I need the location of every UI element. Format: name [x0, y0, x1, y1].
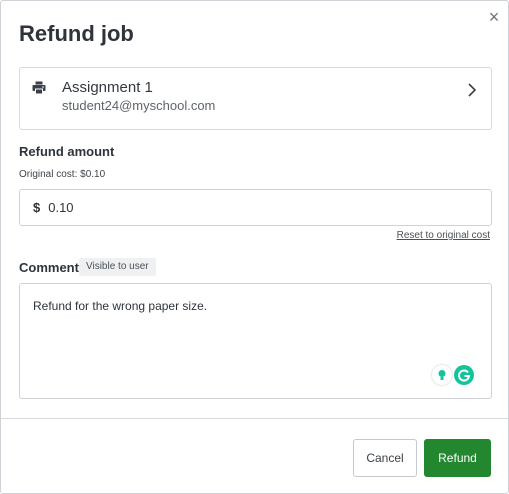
grammarly-bulb-icon[interactable] [432, 365, 452, 385]
grammarly-widget[interactable] [432, 365, 474, 385]
currency-symbol: $ [33, 200, 41, 215]
dialog-title: Refund job [19, 21, 134, 46]
refund-amount-value: 0.10 [48, 200, 74, 215]
comment-text: Refund for the wrong paper size. [33, 299, 208, 313]
comment-label: Comment [19, 260, 79, 275]
reset-to-original-cost-link[interactable]: Reset to original cost [397, 230, 490, 241]
refund-amount-input[interactable]: $ 0.10 [19, 189, 492, 226]
refund-button[interactable]: Refund [424, 439, 491, 477]
grammarly-logo-icon[interactable] [454, 365, 474, 385]
close-icon[interactable]: × [483, 6, 505, 28]
job-card[interactable]: Assignment 1 student24@myschool.com [19, 67, 492, 130]
visible-to-user-badge: Visible to user [79, 258, 156, 276]
chevron-right-icon [468, 83, 477, 97]
job-name: Assignment 1 [62, 79, 153, 96]
cancel-button[interactable]: Cancel [353, 439, 417, 477]
original-cost-text: Original cost: $0.10 [19, 169, 106, 180]
printer-icon [32, 81, 46, 95]
job-user-email: student24@myschool.com [62, 98, 216, 113]
footer-divider [1, 418, 508, 419]
comment-textarea[interactable]: Refund for the wrong paper size. [19, 283, 492, 399]
refund-job-dialog: × Refund job Assignment 1 student24@mysc… [0, 0, 509, 494]
refund-amount-label: Refund amount [19, 144, 115, 159]
